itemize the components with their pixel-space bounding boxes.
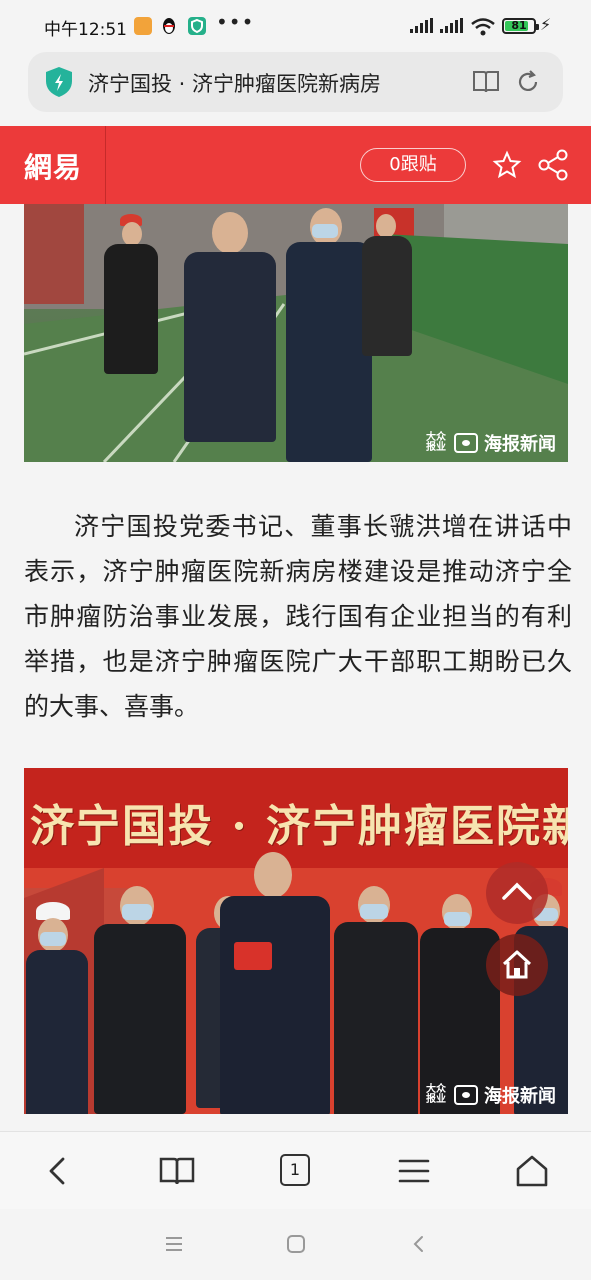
watermark-text: 海报新闻 (484, 1086, 556, 1107)
back-button[interactable] (38, 1151, 78, 1191)
comments-button[interactable]: 0跟贴 (360, 148, 466, 182)
secure-shield-icon (44, 66, 74, 102)
haibao-logo-icon (454, 433, 478, 453)
address-bar[interactable]: 济宁国投 · 济宁肿瘤医院新病房 (28, 52, 563, 112)
wifi-icon (470, 17, 496, 41)
tabs-button[interactable]: 1 (280, 1154, 310, 1186)
system-home-button[interactable] (285, 1233, 307, 1259)
watermark-text: 海报新闻 (484, 434, 556, 455)
reader-mode-icon[interactable] (472, 69, 500, 99)
home-icon (502, 950, 532, 979)
home-tab-button[interactable] (512, 1151, 552, 1191)
share-icon[interactable] (536, 148, 570, 186)
chevron-up-icon (502, 882, 532, 900)
watermark-badge: 大众报业 (426, 432, 446, 453)
battery-tip (536, 24, 539, 30)
menu-button[interactable] (394, 1151, 434, 1191)
charging-icon: ⚡ (540, 15, 552, 34)
netease-logo[interactable]: 網易 (0, 126, 106, 204)
bookmarks-button[interactable] (157, 1151, 197, 1191)
status-time: 中午12:51 (44, 20, 127, 40)
battery-level: 81 (511, 19, 527, 32)
watermark: 大众报业 海报新闻 (424, 430, 556, 456)
more-notifications-icon: ••• (216, 10, 255, 34)
qq-penguin-icon (160, 17, 178, 35)
signal-icon-1 (410, 18, 433, 33)
article-paragraph: 济宁国投党委书记、董事长虢洪增在讲话中表示，济宁肿瘤医院新病房楼建设是推动济宁全… (24, 512, 572, 721)
watermark-badge: 大众报业 (426, 1084, 446, 1105)
home-icon (516, 1155, 548, 1187)
system-back-button[interactable] (408, 1233, 430, 1259)
star-icon[interactable] (492, 150, 522, 184)
article-content: 大众报业 海报新闻 济宁国投党委书记、董事长虢洪增在讲话中表示，济宁肿瘤医院新病… (0, 204, 591, 1131)
recents-icon (166, 1237, 182, 1251)
square-icon (287, 1235, 305, 1253)
article-photo-1[interactable]: 大众报业 海报新闻 (24, 204, 568, 462)
recents-button[interactable] (163, 1233, 185, 1259)
browser-toolbar: 1 (0, 1131, 591, 1209)
back-to-top-button[interactable] (486, 862, 548, 924)
watermark: 大众报业 海报新闻 (424, 1082, 556, 1108)
reload-icon[interactable] (515, 69, 541, 99)
page-title[interactable]: 济宁国投 · 济宁肿瘤医院新病房 (88, 68, 458, 98)
battery-icon: 81 (502, 18, 539, 34)
signal-icon-2 (440, 18, 463, 33)
system-navigation-bar (0, 1209, 591, 1280)
ceremony-banner: 济宁国投 · 济宁肿瘤医院新 (30, 801, 568, 852)
chevron-left-icon (49, 1157, 65, 1185)
status-bar: 中午12:51 ••• 81 ⚡ (0, 0, 591, 52)
back-arrow-icon (413, 1236, 423, 1252)
book-icon (159, 1157, 195, 1185)
security-app-icon (188, 17, 206, 35)
hamburger-menu-icon (398, 1159, 430, 1183)
notes-app-icon (134, 17, 152, 35)
haibao-logo-icon (454, 1085, 478, 1105)
home-button[interactable] (486, 934, 548, 996)
logo-text: 網易 (24, 151, 83, 184)
site-header: 網易 0跟贴 (0, 126, 591, 204)
